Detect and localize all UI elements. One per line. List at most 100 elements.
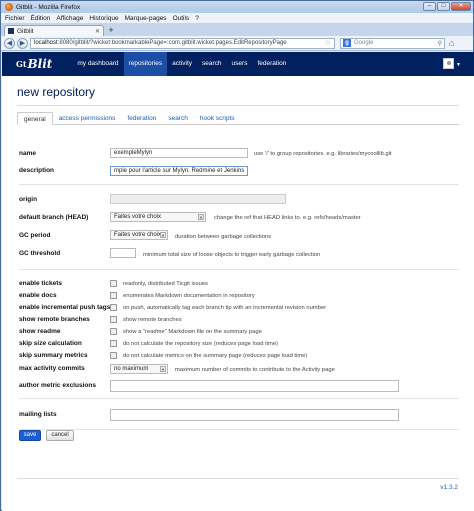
google-icon[interactable]: g <box>343 39 351 47</box>
logo-text: Blit <box>27 57 53 71</box>
avatar[interactable] <box>443 58 454 69</box>
default-branch-select[interactable]: Faites votre choix ▼ <box>110 212 206 222</box>
menu-outils[interactable]: Outils <box>173 15 190 22</box>
home-icon[interactable]: ⌂ <box>449 38 454 48</box>
back-icon[interactable]: ◀ <box>4 37 15 49</box>
maximize-icon[interactable]: □ <box>437 2 450 11</box>
skip-size-calculation-checkbox[interactable] <box>110 340 117 347</box>
menu-affichage[interactable]: Affichage <box>56 15 83 22</box>
repository-form: name exempleMylyn use '/' to group repos… <box>2 126 474 436</box>
origin-field <box>110 194 286 204</box>
name-help: use '/' to group repositories. e.g. libr… <box>254 151 392 157</box>
show-remote-branches-checkbox[interactable] <box>110 316 117 323</box>
divider <box>19 398 459 399</box>
gc-threshold-label: GC threshold <box>19 250 61 257</box>
default-branch-value: Faites votre choix <box>114 214 162 220</box>
incremental-push-tags-help: on push, automatically tag each branch t… <box>123 305 327 311</box>
tab-search[interactable]: search <box>162 112 194 125</box>
gitblit-navbar: Gt Blit my dashboard repositories activi… <box>2 52 474 76</box>
enable-tickets-checkbox[interactable] <box>110 280 117 287</box>
url-host: localhost <box>34 40 58 46</box>
divider <box>19 429 459 430</box>
chevron-down-icon: ▼ <box>160 232 166 238</box>
mailing-lists-field[interactable] <box>110 409 399 421</box>
author-exclusions-field[interactable] <box>110 380 399 392</box>
title-bar: Gitblit - Mozilla Firefox – □ ✕ <box>1 1 473 13</box>
user-menu-caret-icon[interactable]: ▼ <box>456 62 461 68</box>
tab-general[interactable]: general <box>17 112 53 125</box>
browser-window: Gitblit - Mozilla Firefox – □ ✕ Fichier … <box>0 0 474 511</box>
gitblit-logo[interactable]: Gt Blit <box>16 57 52 71</box>
default-branch-label: default branch (HEAD) <box>19 214 89 221</box>
description-label: description <box>19 167 55 174</box>
minimize-icon[interactable]: – <box>423 2 436 11</box>
nav-my-dashboard[interactable]: my dashboard <box>72 52 123 76</box>
menu-historique[interactable]: Historique <box>89 15 118 22</box>
tab-close-icon[interactable]: ✕ <box>95 28 100 35</box>
browser-tab[interactable]: Gitblit ✕ <box>4 25 104 36</box>
nav-repositories[interactable]: repositories <box>123 52 168 76</box>
enable-docs-checkbox[interactable] <box>110 292 117 299</box>
nav-federation[interactable]: federation <box>252 52 291 76</box>
new-tab-icon[interactable]: + <box>106 26 116 36</box>
show-readme-label: show readme <box>19 328 61 335</box>
firefox-icon <box>5 3 13 11</box>
browser-tab-title: Gitblit <box>17 27 34 35</box>
page-title: new repository <box>17 85 96 99</box>
max-activity-commits-label: max activity commits <box>19 365 85 372</box>
enable-tickets-help: readonly, distributed Ticgit issues <box>123 281 208 287</box>
origin-label: origin <box>19 196 38 203</box>
show-remote-branches-label: show remote branches <box>19 316 90 323</box>
author-exclusions-label: author metric exclusions <box>19 382 96 389</box>
nav-search[interactable]: search <box>197 52 227 76</box>
menu-edition[interactable]: Édition <box>31 15 51 22</box>
incremental-push-tags-checkbox[interactable] <box>110 304 117 311</box>
form-tabs: general access permissions federation se… <box>17 112 459 125</box>
search-icon[interactable]: ⚲ <box>438 40 442 47</box>
gc-period-help: duration between garbage collections <box>175 234 272 240</box>
tab-access-permissions[interactable]: access permissions <box>53 112 122 125</box>
menu-marque-pages[interactable]: Marque-pages <box>125 15 167 22</box>
forward-icon[interactable]: ▶ <box>17 37 28 49</box>
menu-fichier[interactable]: Fichier <box>5 15 25 22</box>
tab-federation[interactable]: federation <box>121 112 162 125</box>
description-field[interactable]: mple pour l'article sur Mylyn, Redmine e… <box>110 166 248 176</box>
tab-hook-scripts[interactable]: hook scripts <box>194 112 241 125</box>
enable-tickets-label: enable tickets <box>19 280 62 287</box>
tab-strip: Gitblit ✕ + <box>1 23 473 36</box>
cancel-button[interactable]: cancel <box>46 430 74 441</box>
menu-help[interactable]: ? <box>195 15 199 22</box>
search-bar[interactable]: g Google ⚲ <box>340 37 445 49</box>
skip-summary-metrics-help: do not calculate metrics on the summary … <box>123 353 308 359</box>
save-button[interactable]: save <box>19 430 41 441</box>
skip-summary-metrics-checkbox[interactable] <box>110 352 117 359</box>
show-remote-branches-help: show remote branches <box>123 317 182 323</box>
bookmark-star-icon[interactable]: ☆ <box>325 39 331 47</box>
divider <box>19 184 459 185</box>
name-field[interactable]: exempleMylyn <box>110 148 248 158</box>
nav-users[interactable]: users <box>227 52 253 76</box>
close-icon[interactable]: ✕ <box>451 2 471 11</box>
gc-period-value: Faites votre choix <box>114 232 162 238</box>
skip-summary-metrics-label: skip summary metrics <box>19 352 88 359</box>
skip-size-calculation-label: skip size calculation <box>19 340 82 347</box>
url-bar[interactable]: localhost :8080/gitblit/?wicket:bookmark… <box>30 37 335 49</box>
logo-prefix: Gt <box>16 59 27 69</box>
gc-threshold-field[interactable] <box>110 248 136 258</box>
default-branch-help: change the ref that HEAD links to. e.g. … <box>214 215 361 221</box>
version-link[interactable]: v1.3.2 <box>440 484 458 491</box>
enable-docs-help: enumerates Markdown documentation in rep… <box>123 293 255 299</box>
show-readme-checkbox[interactable] <box>110 328 117 335</box>
enable-docs-label: enable docs <box>19 292 57 299</box>
max-activity-commits-select[interactable]: no maximum ▼ <box>110 364 168 374</box>
window-title: Gitblit - Mozilla Firefox <box>16 3 81 11</box>
footer-divider <box>17 478 459 479</box>
mailing-lists-label: mailing lists <box>19 411 57 418</box>
show-readme-help: show a "readme" Markdown file on the sum… <box>123 329 262 335</box>
name-label: name <box>19 150 36 157</box>
window-controls: – □ ✕ <box>423 2 471 11</box>
max-activity-commits-help: maximum number of commits to contribute … <box>175 367 335 373</box>
gc-period-select[interactable]: Faites votre choix ▼ <box>110 230 168 240</box>
nav-activity[interactable]: activity <box>167 52 197 76</box>
max-activity-commits-value: no maximum <box>114 366 149 372</box>
